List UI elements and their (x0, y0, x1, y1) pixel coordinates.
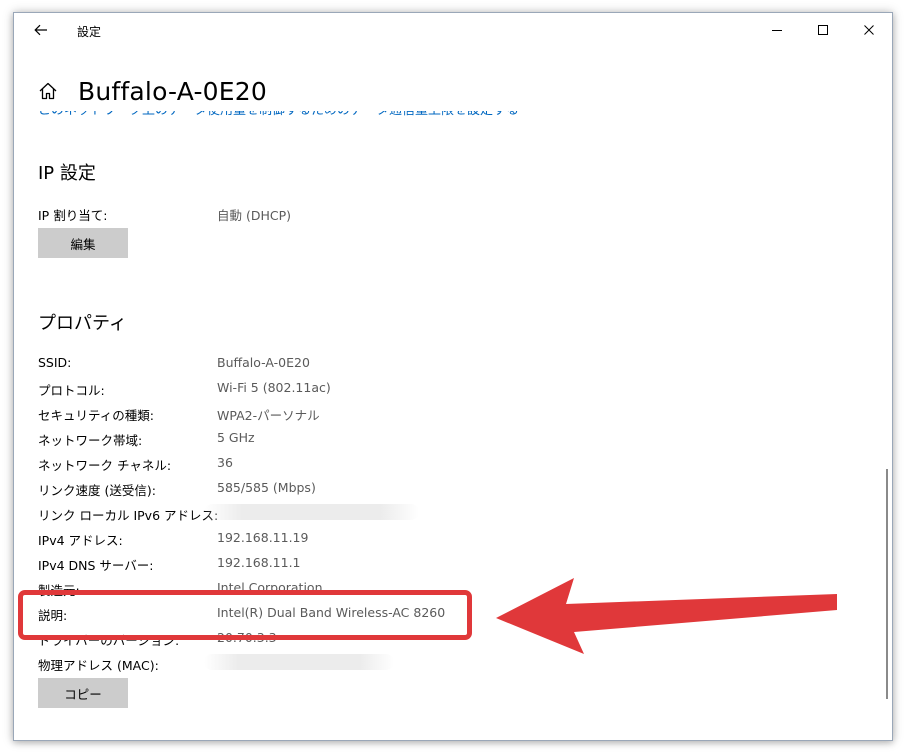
prop-label: IPv4 アドレス: (38, 533, 123, 548)
redacted-mac-value (204, 654, 394, 670)
home-icon (39, 82, 57, 100)
ip-assignment-label: IP 割り当て: (38, 208, 108, 223)
highlight-box (18, 590, 472, 640)
minimize-button[interactable] (754, 13, 800, 47)
close-icon (864, 25, 874, 35)
maximize-button[interactable] (800, 13, 846, 47)
prop-value: WPA2-パーソナル (217, 408, 320, 423)
prop-value: 5 GHz (217, 430, 255, 445)
ip-assignment-value: 自動 (DHCP) (217, 208, 292, 223)
prop-value: 192.168.11.19 (217, 530, 309, 545)
page-title: Buffalo-A-0E20 (78, 76, 267, 106)
prop-value: Buffalo-A-0E20 (217, 355, 310, 370)
back-arrow-icon (34, 24, 47, 36)
prop-label: プロトコル: (38, 383, 105, 398)
prop-value: 585/585 (Mbps) (217, 480, 316, 495)
edit-button[interactable]: 編集 (38, 228, 128, 258)
prop-label: SSID: (38, 355, 72, 370)
copy-button[interactable]: コピー (38, 678, 128, 708)
settings-window: 設定 Buffalo-A-0E20 このネットワーク上のデータ使用量を制御するた… (13, 12, 893, 741)
page-header: Buffalo-A-0E20 (38, 71, 267, 111)
prop-label: ネットワーク帯域: (38, 433, 143, 448)
prop-value: Wi-Fi 5 (802.11ac) (217, 380, 331, 395)
maximize-icon (818, 25, 828, 35)
properties-heading: プロパティ (38, 313, 127, 334)
minimize-icon (772, 30, 782, 31)
close-button[interactable] (846, 13, 892, 47)
ip-settings-heading: IP 設定 (38, 163, 96, 184)
prop-label: セキュリティの種類: (38, 408, 154, 423)
prop-label: リンク ローカル IPv6 アドレス: (38, 508, 219, 523)
annotation-arrow-icon (496, 578, 837, 654)
prop-label: IPv4 DNS サーバー: (38, 558, 154, 573)
prop-value: 192.168.11.1 (217, 555, 301, 570)
scrollbar-thumb[interactable] (886, 469, 888, 699)
prop-label: ネットワーク チャネル: (38, 458, 172, 473)
prop-label: リンク速度 (送受信): (38, 483, 156, 498)
redacted-ipv6-value (204, 504, 419, 520)
prop-label: 物理アドレス (MAC): (38, 658, 159, 673)
window-title: 設定 (77, 25, 102, 39)
title-bar: 設定 (14, 13, 892, 47)
back-button[interactable] (24, 17, 58, 43)
prop-value: 36 (217, 455, 233, 470)
